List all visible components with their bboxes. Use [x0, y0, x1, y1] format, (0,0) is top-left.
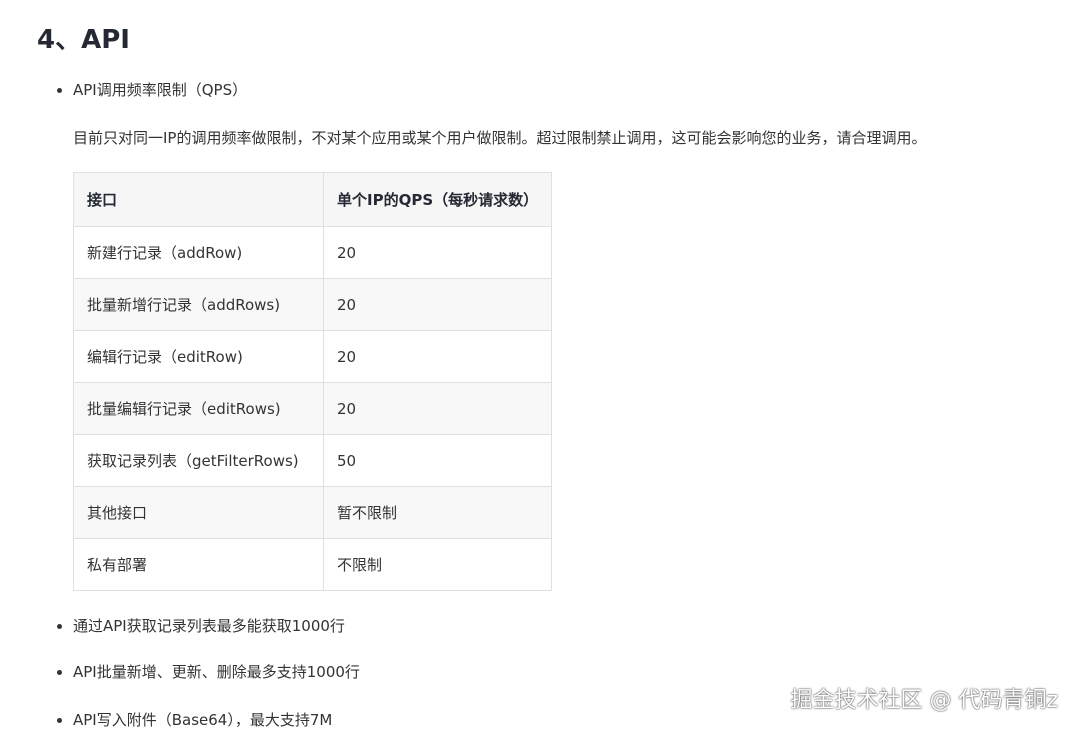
- cell-qps: 20: [323, 278, 552, 331]
- bullet-qps-title: API调用频率限制（QPS）: [56, 78, 247, 102]
- cell-api: 获取记录列表（getFilterRows): [73, 434, 324, 487]
- table-row: 批量编辑行记录（editRows) 20: [73, 382, 552, 435]
- cell-qps: 50: [323, 434, 552, 487]
- cell-api: 私有部署: [73, 538, 324, 591]
- table-row: 私有部署 不限制: [73, 538, 552, 591]
- cell-api: 新建行记录（addRow): [73, 226, 324, 279]
- cell-api: 编辑行记录（editRow): [73, 330, 324, 383]
- bullet-batch-limit: API批量新增、更新、删除最多支持1000行: [57, 660, 360, 684]
- bullet-filter-limit: 通过API获取记录列表最多能获取1000行: [57, 614, 345, 638]
- cell-api: 批量新增行记录（addRows): [73, 278, 324, 331]
- cell-api: 其他接口: [73, 486, 324, 539]
- section-heading: 4、API: [37, 25, 130, 55]
- table-row: 获取记录列表（getFilterRows) 50: [73, 434, 552, 487]
- qps-table: 接口 单个IP的QPS（每秒请求数） 新建行记录（addRow) 20 批量新增…: [73, 172, 552, 591]
- table-row: 批量新增行记录（addRows) 20: [73, 278, 552, 331]
- table-row: 其他接口 暂不限制: [73, 486, 552, 539]
- column-header-qps: 单个IP的QPS（每秒请求数）: [323, 172, 552, 227]
- table-row: 编辑行记录（editRow) 20: [73, 330, 552, 383]
- qps-description: 目前只对同一IP的调用频率做限制，不对某个应用或某个用户做限制。超过限制禁止调用…: [73, 129, 927, 147]
- cell-api: 批量编辑行记录（editRows): [73, 382, 324, 435]
- cell-qps: 不限制: [323, 538, 552, 591]
- watermark: 掘金技术社区 @ 代码青铜z: [790, 688, 1058, 713]
- cell-qps: 暂不限制: [323, 486, 552, 539]
- cell-qps: 20: [323, 330, 552, 383]
- bullet-attachment-limit: API写入附件（Base64），最大支持7M: [56, 708, 332, 732]
- table-row: 新建行记录（addRow) 20: [73, 226, 552, 279]
- table-header-row: 接口 单个IP的QPS（每秒请求数）: [73, 172, 552, 227]
- cell-qps: 20: [323, 226, 552, 279]
- cell-qps: 20: [323, 382, 552, 435]
- column-header-api: 接口: [73, 172, 324, 227]
